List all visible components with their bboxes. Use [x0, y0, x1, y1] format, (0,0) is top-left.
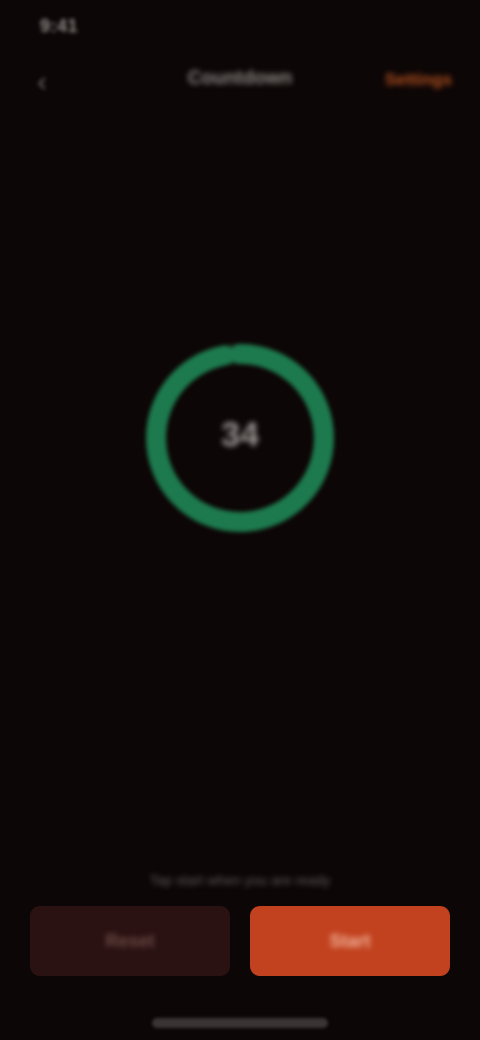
hint-text: Tap start when you are ready	[149, 872, 331, 888]
timer-ring: 34	[140, 338, 340, 538]
timer-value: 34	[221, 416, 259, 454]
settings-button[interactable]: Settings	[385, 70, 452, 90]
status-bar: 9:41	[0, 0, 480, 56]
status-time: 9:41	[40, 16, 79, 36]
top-navigation-bar: ‹ Countdown Settings	[0, 56, 480, 108]
chevron-left-icon: ‹	[37, 66, 47, 97]
reset-button-label: Reset	[105, 930, 155, 951]
reset-button[interactable]: Reset	[30, 906, 230, 976]
page-title: Countdown	[187, 68, 293, 89]
home-indicator	[152, 1018, 328, 1028]
start-button[interactable]: Start	[250, 906, 450, 976]
back-button[interactable]: ‹	[22, 64, 62, 100]
start-button-label: Start	[329, 930, 371, 951]
